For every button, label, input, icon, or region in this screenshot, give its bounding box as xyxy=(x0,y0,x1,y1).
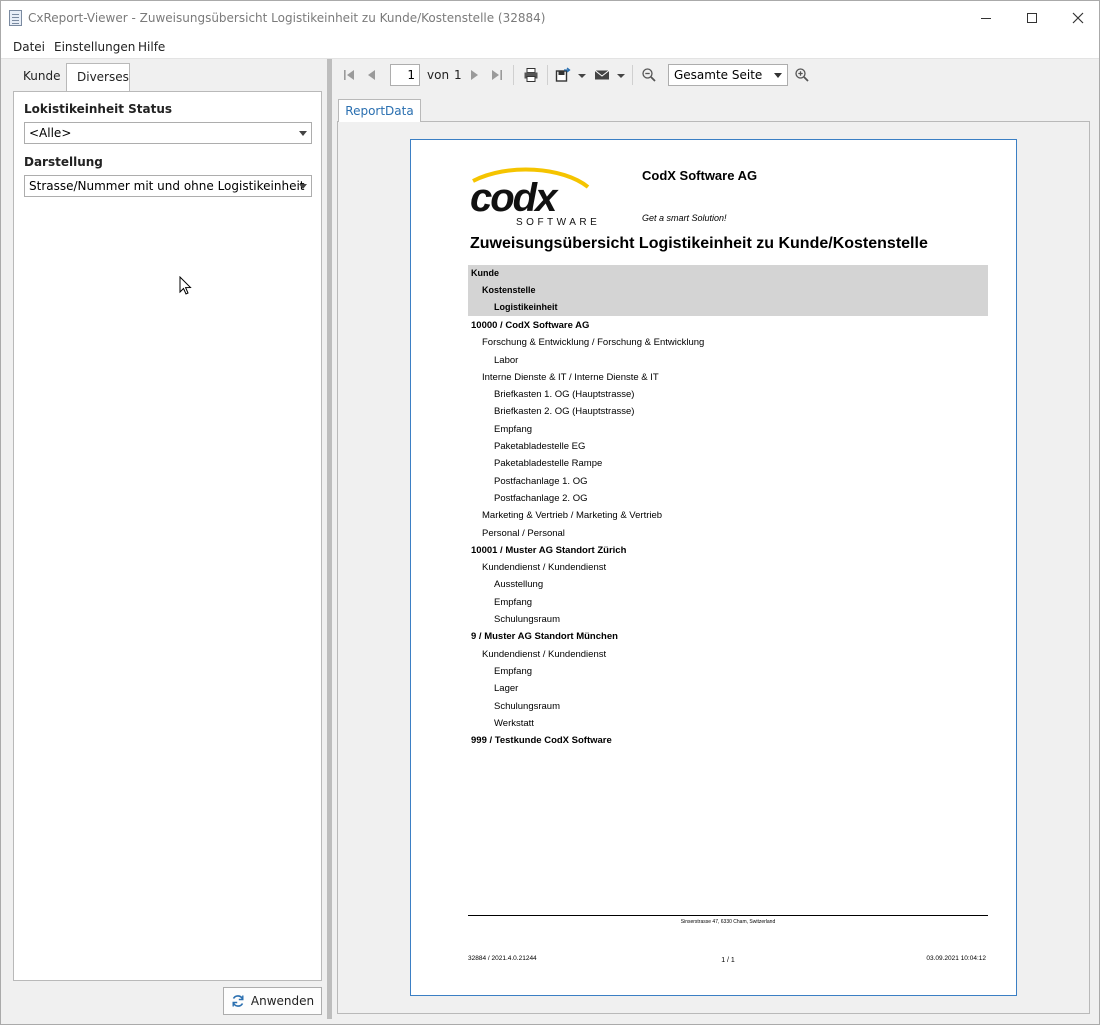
prev-page-icon[interactable] xyxy=(363,67,379,83)
row-kostenstelle: Forschung & Entwicklung / Forschung & En… xyxy=(482,337,705,349)
logo-wordmark: codx xyxy=(470,176,559,220)
app-icon xyxy=(9,10,22,26)
row-kostenstelle: Kundendienst / Kundendienst xyxy=(482,562,607,574)
row-kunde: 10001 / Muster AG Standort Zürich xyxy=(471,544,627,556)
row-logistikeinheit: Postfachanlage 1. OG xyxy=(494,475,588,487)
maximize-icon xyxy=(1027,13,1037,23)
row-logistikeinheit: Ausstellung xyxy=(494,579,544,591)
row-logistikeinheit: Schulungsraum xyxy=(494,614,561,626)
row-kostenstelle: Interne Dienste & IT / Interne Dienste &… xyxy=(482,371,659,383)
app-window: CxReport-Viewer - Zuweisungsübersicht Lo… xyxy=(0,0,1100,1025)
zoom-in-icon[interactable] xyxy=(794,67,810,83)
row-logistikeinheit: Labor xyxy=(494,354,519,366)
row-logistikeinheit: Paketabladestelle EG xyxy=(494,441,586,453)
menu-einstellungen[interactable]: Einstellungen xyxy=(54,40,135,54)
logo-subtext: SOFTWARE xyxy=(516,217,600,227)
last-page-icon[interactable] xyxy=(489,67,505,83)
page-total: 1 xyxy=(454,68,462,82)
row-logistikeinheit: Empfang xyxy=(494,596,533,608)
report-title: Zuweisungsübersicht Logistikeinheit zu K… xyxy=(470,235,928,252)
report-rows: 10000 / CodX Software AG Forschung & Entw… xyxy=(468,317,988,749)
row-logistikeinheit: Postfachanlage 2. OG xyxy=(494,492,588,504)
next-page-icon[interactable] xyxy=(467,67,483,83)
toolbar-separator xyxy=(632,65,633,85)
row-logistikeinheit: Briefkasten 1. OG (Hauptstrasse) xyxy=(494,389,635,401)
filter-panel: Lokistikeinheit Status <Alle> Darstellun… xyxy=(13,91,322,981)
splitter[interactable] xyxy=(327,59,332,1019)
first-page-icon[interactable] xyxy=(341,67,357,83)
footer-timestamp: 03.09.2021 10:04:12 xyxy=(926,955,986,962)
menu-bar: Datei Einstellungen Hilfe xyxy=(1,35,1099,59)
row-logistikeinheit: Briefkasten 2. OG (Hauptstrasse) xyxy=(494,406,635,418)
tab-reportdata[interactable]: ReportData xyxy=(338,99,421,122)
page-number-input[interactable]: 1 xyxy=(390,64,420,86)
row-logistikeinheit: Empfang xyxy=(494,423,533,435)
row-logistikeinheit: Lager xyxy=(494,683,519,695)
chevron-down-icon xyxy=(299,184,307,189)
footer-page-number: 1 / 1 xyxy=(721,957,735,964)
tab-kunde[interactable]: Kunde xyxy=(13,63,66,91)
status-select[interactable]: <Alle> xyxy=(24,122,312,144)
row-logistikeinheit: Schulungsraum xyxy=(494,700,561,712)
title-bar: CxReport-Viewer - Zuweisungsübersicht Lo… xyxy=(1,1,1099,35)
row-logistikeinheit: Werkstatt xyxy=(494,717,534,729)
row-kostenstelle: Kundendienst / Kundendienst xyxy=(482,648,607,660)
toolbar-separator xyxy=(513,65,514,85)
zoom-out-icon[interactable] xyxy=(641,67,657,83)
codx-logo: codx SOFTWARE xyxy=(470,167,600,227)
toolbar-separator xyxy=(547,65,548,85)
page-of-label: von xyxy=(427,68,450,82)
company-slogan: Get a smart Solution! xyxy=(642,213,727,223)
export-dropdown-icon[interactable] xyxy=(578,74,586,78)
row-logistikeinheit: Empfang xyxy=(494,665,533,677)
cursor-icon xyxy=(179,276,192,295)
row-kostenstelle: Marketing & Vertrieb / Marketing & Vertr… xyxy=(482,510,663,522)
close-button[interactable] xyxy=(1055,1,1100,35)
chevron-down-icon xyxy=(299,131,307,136)
menu-datei[interactable]: Datei xyxy=(13,40,45,54)
row-kunde: 9 / Muster AG Standort München xyxy=(471,631,618,643)
display-select[interactable]: Strasse/Nummer mit und ohne Logistikeinh… xyxy=(24,175,312,197)
mail-dropdown-icon[interactable] xyxy=(617,74,625,78)
minimize-icon xyxy=(981,17,991,19)
viewer-toolbar: 1 von 1 Gesamte Seite xyxy=(337,61,1097,89)
footer-address: Sinserstrasse 47, 6330 Cham, Switzerland xyxy=(680,919,776,925)
display-select-value: Strasse/Nummer mit und ohne Logistikeinh… xyxy=(29,179,305,193)
apply-button-label: Anwenden xyxy=(250,994,315,1008)
apply-button[interactable]: Anwenden xyxy=(223,987,322,1015)
row-kostenstelle: Personal / Personal xyxy=(482,527,565,539)
display-label: Darstellung xyxy=(24,155,103,169)
refresh-icon xyxy=(232,995,244,1007)
tab-diverses[interactable]: Diverses xyxy=(66,63,130,92)
maximize-button[interactable] xyxy=(1009,1,1055,35)
export-icon[interactable] xyxy=(555,67,571,83)
menu-hilfe[interactable]: Hilfe xyxy=(138,40,165,54)
close-icon xyxy=(1072,12,1084,24)
row-kunde: 10000 / CodX Software AG xyxy=(471,320,590,331)
window-title: CxReport-Viewer - Zuweisungsübersicht Lo… xyxy=(28,11,546,25)
header-kunde: Kunde xyxy=(468,265,988,282)
zoom-select[interactable]: Gesamte Seite xyxy=(668,64,788,86)
row-kunde: 999 / Testkunde CodX Software xyxy=(471,735,612,747)
zoom-select-value: Gesamte Seite xyxy=(674,68,763,82)
report-page: codx SOFTWARE CodX Software AG Get a sma… xyxy=(410,139,1017,996)
status-select-value: <Alle> xyxy=(29,126,72,140)
footer-divider xyxy=(468,915,988,916)
chevron-down-icon xyxy=(774,73,782,78)
minimize-button[interactable] xyxy=(963,1,1009,35)
mail-icon[interactable] xyxy=(594,67,610,83)
row-logistikeinheit: Paketabladestelle Rampe xyxy=(494,458,603,470)
print-icon[interactable] xyxy=(523,67,539,83)
company-name: CodX Software AG xyxy=(642,168,758,183)
header-logistikeinheit: Logistikeinheit xyxy=(468,299,988,316)
header-kostenstelle: Kostenstelle xyxy=(468,282,988,299)
status-label: Lokistikeinheit Status xyxy=(24,102,173,116)
